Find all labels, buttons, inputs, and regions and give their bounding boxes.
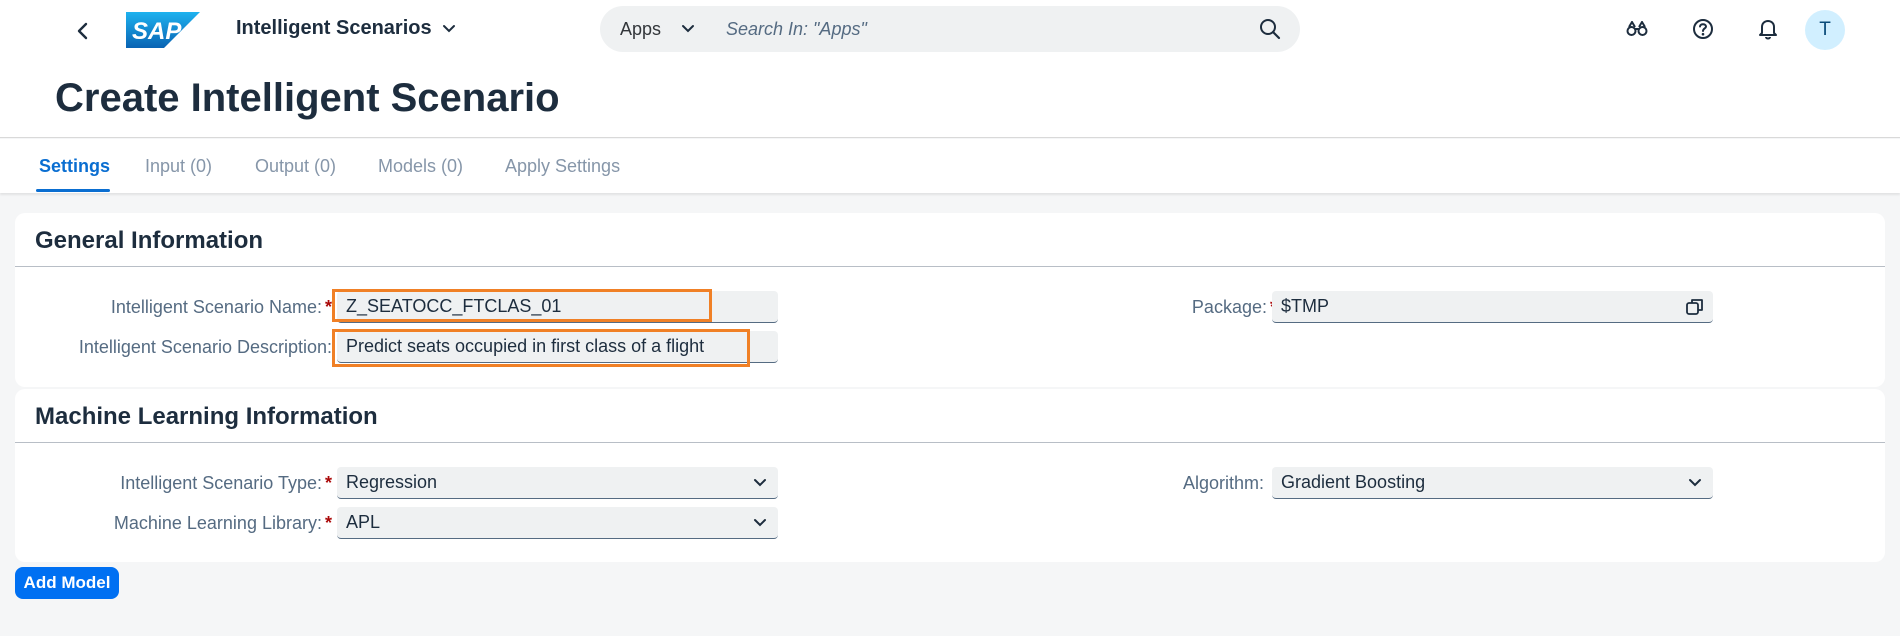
ml-library-value: APL bbox=[346, 512, 381, 532]
tab-input[interactable]: Input (0) bbox=[145, 156, 212, 177]
section-divider bbox=[15, 442, 1885, 443]
page-header: Create Intelligent Scenario bbox=[0, 58, 1900, 138]
app-title: Intelligent Scenarios bbox=[236, 17, 432, 39]
scenario-type-select[interactable]: Regression bbox=[337, 467, 778, 499]
binoculars-icon bbox=[1626, 21, 1648, 36]
scenario-name-field[interactable] bbox=[337, 291, 778, 323]
avatar[interactable]: T bbox=[1805, 10, 1845, 50]
scenario-name-label: Intelligent Scenario Name: * bbox=[111, 297, 332, 318]
chevron-down-icon bbox=[1689, 479, 1701, 487]
scenario-type-label-text: Intelligent Scenario Type: bbox=[120, 473, 322, 493]
package-field[interactable] bbox=[1272, 291, 1713, 323]
package-label-text: Package: bbox=[1191, 297, 1267, 317]
value-help-icon[interactable] bbox=[1685, 297, 1705, 317]
help-button[interactable] bbox=[1689, 15, 1717, 43]
required-marker: * bbox=[324, 297, 332, 317]
scenario-description-input[interactable] bbox=[346, 336, 778, 357]
general-information-title: General Information bbox=[35, 227, 264, 254]
tab-apply-settings[interactable]: Apply Settings bbox=[505, 156, 620, 177]
add-model-button[interactable]: Add Model bbox=[15, 567, 119, 599]
binoculars-button[interactable] bbox=[1623, 15, 1651, 43]
machine-learning-section: Machine Learning Information Intelligent… bbox=[15, 389, 1885, 562]
package-input[interactable] bbox=[1281, 296, 1713, 317]
ml-library-select[interactable]: APL bbox=[337, 507, 778, 539]
required-marker: * bbox=[324, 473, 332, 493]
back-button[interactable] bbox=[66, 14, 100, 48]
ml-library-label: Machine Learning Library: * bbox=[114, 513, 332, 534]
algorithm-value: Gradient Boosting bbox=[1281, 472, 1426, 492]
chevron-down-icon bbox=[754, 519, 766, 527]
required-marker: * bbox=[324, 513, 332, 533]
active-tab-indicator bbox=[36, 189, 110, 192]
section-divider bbox=[15, 266, 1885, 267]
chevron-down-icon bbox=[442, 24, 455, 32]
package-label: Package:* bbox=[1192, 297, 1277, 318]
search-scope-label: Apps bbox=[620, 18, 662, 39]
scenario-type-label: Intelligent Scenario Type: * bbox=[120, 473, 332, 494]
app-title-menu[interactable]: Intelligent Scenarios bbox=[236, 17, 456, 40]
general-information-section: General Information Intelligent Scenario… bbox=[15, 213, 1885, 387]
scenario-name-input[interactable] bbox=[346, 296, 778, 317]
shell-bar: SAP Intelligent Scenarios Apps T bbox=[0, 0, 1900, 58]
search-input[interactable] bbox=[726, 14, 1226, 44]
page-title: Create Intelligent Scenario bbox=[55, 76, 560, 120]
scenario-description-label: Intelligent Scenario Description: bbox=[78, 337, 332, 357]
machine-learning-title: Machine Learning Information bbox=[35, 403, 378, 430]
tab-bar: Settings Input (0) Output (0) Models (0)… bbox=[0, 139, 1900, 193]
ml-library-label-text: Machine Learning Library: bbox=[113, 513, 322, 533]
sap-logo-text: SAP bbox=[132, 18, 182, 45]
tab-models[interactable]: Models (0) bbox=[378, 156, 463, 177]
chevron-down-icon bbox=[682, 25, 695, 33]
tab-settings[interactable]: Settings bbox=[39, 156, 110, 177]
bell-icon bbox=[1759, 20, 1777, 40]
scenario-type-value: Regression bbox=[346, 472, 438, 492]
search-bar: Apps bbox=[600, 6, 1300, 52]
notifications-button[interactable] bbox=[1754, 15, 1782, 43]
algorithm-select[interactable]: Gradient Boosting bbox=[1272, 467, 1713, 499]
search-icon[interactable] bbox=[1258, 17, 1282, 41]
back-icon bbox=[77, 22, 88, 40]
sap-logo[interactable]: SAP bbox=[126, 12, 200, 48]
scenario-description-field[interactable] bbox=[337, 331, 778, 363]
search-scope-select[interactable]: Apps bbox=[620, 6, 695, 52]
chevron-down-icon bbox=[754, 479, 766, 487]
algorithm-label: Algorithm: bbox=[1182, 473, 1264, 493]
tab-output[interactable]: Output (0) bbox=[255, 156, 336, 177]
help-icon bbox=[1693, 19, 1713, 39]
scenario-name-label-text: Intelligent Scenario Name: bbox=[110, 297, 322, 317]
